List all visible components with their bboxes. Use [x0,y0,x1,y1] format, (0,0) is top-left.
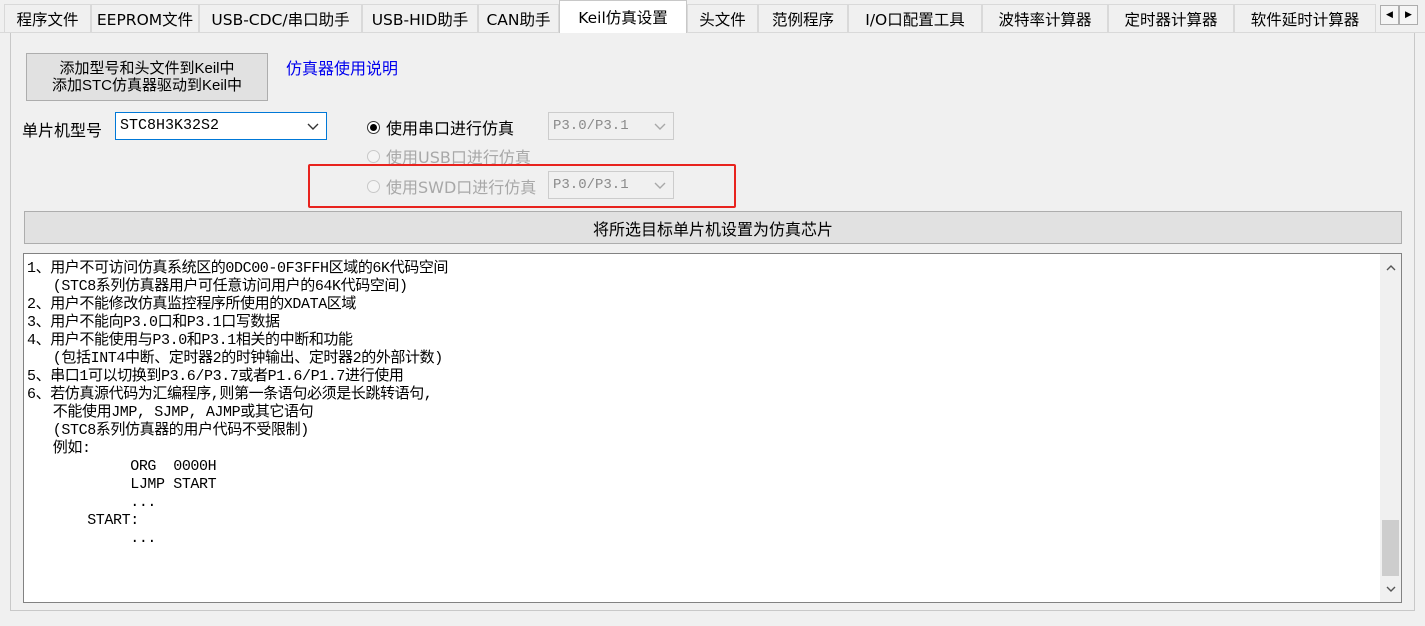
radio-serial-label: 使用串口进行仿真 [386,119,515,138]
radio-swd-emulation[interactable]: 使用SWD口进行仿真 [367,172,536,200]
tab-eeprom-file[interactable]: EEPROM文件 [91,4,199,32]
radio-swd-label: 使用SWD口进行仿真 [386,178,537,197]
radio-swd-indicator[interactable] [367,179,380,193]
tab-usb-hid[interactable]: USB-HID助手 [362,4,478,32]
tab-examples[interactable]: 范例程序 [758,4,848,32]
add-to-keil-button[interactable]: 添加型号和头文件到Keil中 添加STC仿真器驱动到Keil中 [26,53,268,101]
keil-emulation-page: 添加型号和头文件到Keil中 添加STC仿真器驱动到Keil中 仿真器使用说明 … [10,33,1415,611]
radio-usb-label: 使用USB口进行仿真 [386,148,531,167]
tab-scroll-right-button[interactable]: ▶ [1399,5,1418,25]
mcu-model-label: 单片机型号 [22,121,103,140]
tab-keil-emulation[interactable]: Keil仿真设置 [559,0,687,33]
add-to-keil-line2: 添加STC仿真器驱动到Keil中 [51,77,242,94]
chevron-down-icon [307,123,319,130]
add-to-keil-line1: 添加型号和头文件到Keil中 [59,60,235,77]
notes-textarea[interactable]: 1、用户不可访问仿真系统区的0DC00-0F3FFH区域的6K代码空间 (STC… [23,253,1402,603]
tab-scroll-left-button[interactable]: ◀ [1380,5,1399,25]
notes-text: 1、用户不可访问仿真系统区的0DC00-0F3FFH区域的6K代码空间 (STC… [27,260,449,547]
scroll-thumb[interactable] [1382,520,1399,576]
tab-can[interactable]: CAN助手 [478,4,559,32]
chevron-down-icon [654,182,666,189]
set-emulation-chip-button[interactable]: 将所选目标单片机设置为仿真芯片 [24,211,1402,244]
radio-usb-indicator[interactable] [367,149,380,163]
triangle-right-icon: ▶ [1405,10,1412,20]
emulator-help-link[interactable]: 仿真器使用说明 [286,55,398,79]
tab-baud-calculator[interactable]: 波特率计算器 [982,4,1108,32]
tab-io-config[interactable]: I/O口配置工具 [848,4,982,32]
chevron-down-icon [654,123,666,130]
chevron-up-icon [1386,264,1395,270]
tab-usb-cdc-serial[interactable]: USB-CDC/串口助手 [199,4,362,32]
tab-header-files[interactable]: 头文件 [687,4,758,32]
mcu-model-value: STC8H3K32S2 [120,117,220,134]
chevron-down-icon [1386,586,1395,592]
mcu-model-select[interactable]: STC8H3K32S2 [115,112,327,140]
notes-scrollbar[interactable] [1380,254,1401,602]
tab-delay-calculator[interactable]: 软件延时计算器 [1234,4,1376,32]
swd-port-value: P3.0/P3.1 [553,177,629,193]
swd-port-select[interactable]: P3.0/P3.1 [548,171,674,199]
serial-port-value: P3.0/P3.1 [553,118,629,134]
scroll-up-button[interactable] [1380,257,1401,278]
radio-serial-indicator[interactable] [367,120,380,134]
tab-program-file[interactable]: 程序文件 [4,4,91,32]
radio-serial-emulation[interactable]: 使用串口进行仿真 [367,113,514,141]
tab-bar: 程序文件 EEPROM文件 USB-CDC/串口助手 USB-HID助手 CAN… [0,0,1425,33]
tab-timer-calculator[interactable]: 定时器计算器 [1108,4,1234,32]
triangle-left-icon: ◀ [1386,10,1393,20]
serial-port-select[interactable]: P3.0/P3.1 [548,112,674,140]
radio-usb-emulation[interactable]: 使用USB口进行仿真 [367,142,531,170]
scroll-down-button[interactable] [1380,578,1401,599]
